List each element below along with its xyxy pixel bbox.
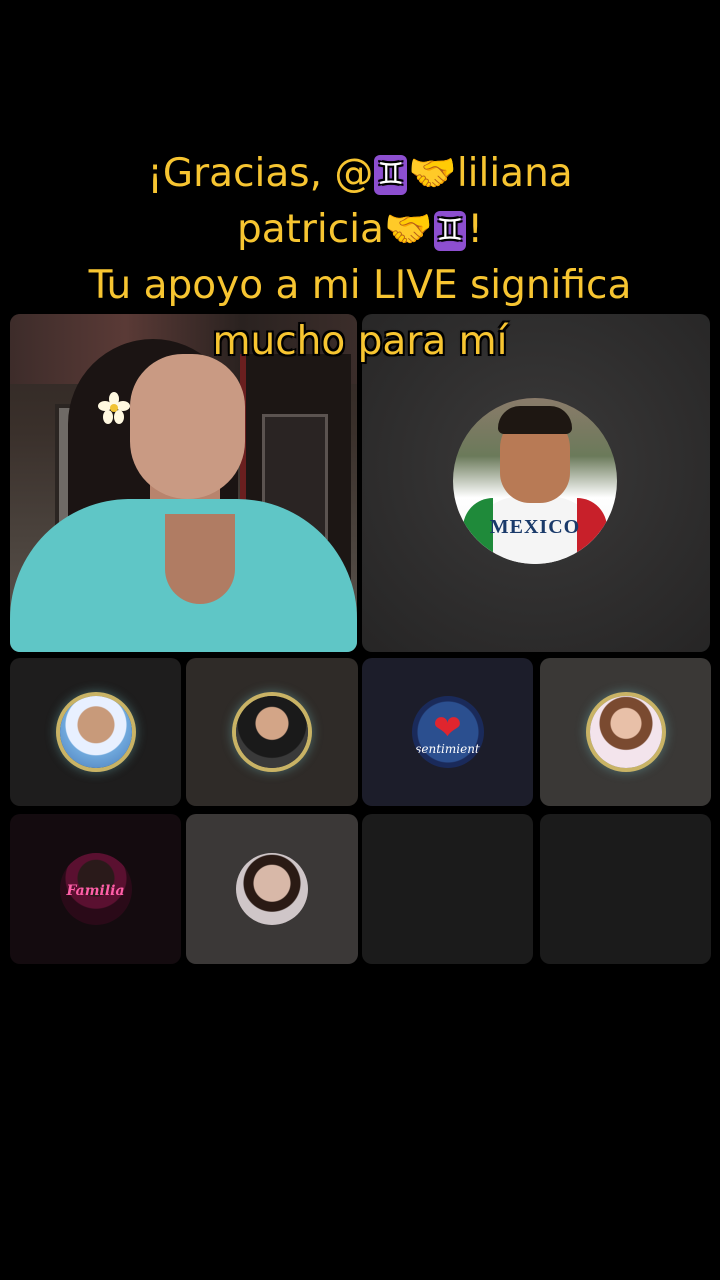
guest-tile-2[interactable]	[10, 658, 181, 806]
guest-avatar-3[interactable]	[236, 696, 308, 768]
caption-exclamation: !	[467, 207, 484, 252]
caption-line-3: Tu apoyo a mi LIVE significa	[88, 263, 632, 308]
guest-avatar-4-label: sentimient	[415, 742, 480, 756]
flower-hair-icon	[98, 392, 130, 424]
handshake-icon: 🤝	[408, 151, 457, 196]
guest-avatar-7[interactable]	[236, 853, 308, 925]
guest-tile-3[interactable]	[186, 658, 358, 806]
host-collar	[165, 514, 235, 604]
guest-avatar-4[interactable]: ❤ sentimient	[411, 696, 484, 768]
guest-avatar-6[interactable]: Familia	[59, 853, 132, 925]
heart-icon: ❤	[433, 707, 462, 748]
guest-tile-6[interactable]: Familia	[10, 814, 181, 964]
guest-shirt-text: MEXICO	[489, 516, 581, 538]
guest-hair	[498, 406, 572, 434]
caption-line-1: ¡Gracias, @ ♊ 🤝liliana	[0, 146, 720, 202]
gemini-icon: ♊	[433, 211, 467, 251]
guest-avatar-2[interactable]	[59, 696, 132, 768]
guest-tile-7[interactable]	[186, 814, 358, 964]
guest-tile-4[interactable]: ❤ sentimient	[362, 658, 533, 806]
empty-seat-2[interactable]	[540, 814, 711, 964]
gemini-icon: ♊	[374, 155, 408, 195]
guest-avatar-5[interactable]	[589, 696, 662, 768]
guest-avatar-6-label: Familia	[66, 883, 125, 899]
handshake-icon: 🤝	[383, 207, 433, 252]
caption-line-4: mucho para mí	[212, 319, 508, 364]
caption-username-first: liliana	[456, 151, 573, 196]
empty-seat-1[interactable]	[362, 814, 533, 964]
thank-you-caption: ¡Gracias, @ ♊ 🤝liliana patricia🤝 ♊! Tu apoy…	[0, 146, 720, 370]
host-face	[130, 354, 245, 499]
guest-tile-5[interactable]	[540, 658, 711, 806]
guest-avatar-large[interactable]: MEXICO	[453, 398, 617, 564]
caption-line-2: patricia🤝 ♊!	[0, 202, 720, 258]
caption-greeting: ¡Gracias, @	[147, 151, 374, 196]
caption-username-last: patricia	[236, 207, 384, 252]
